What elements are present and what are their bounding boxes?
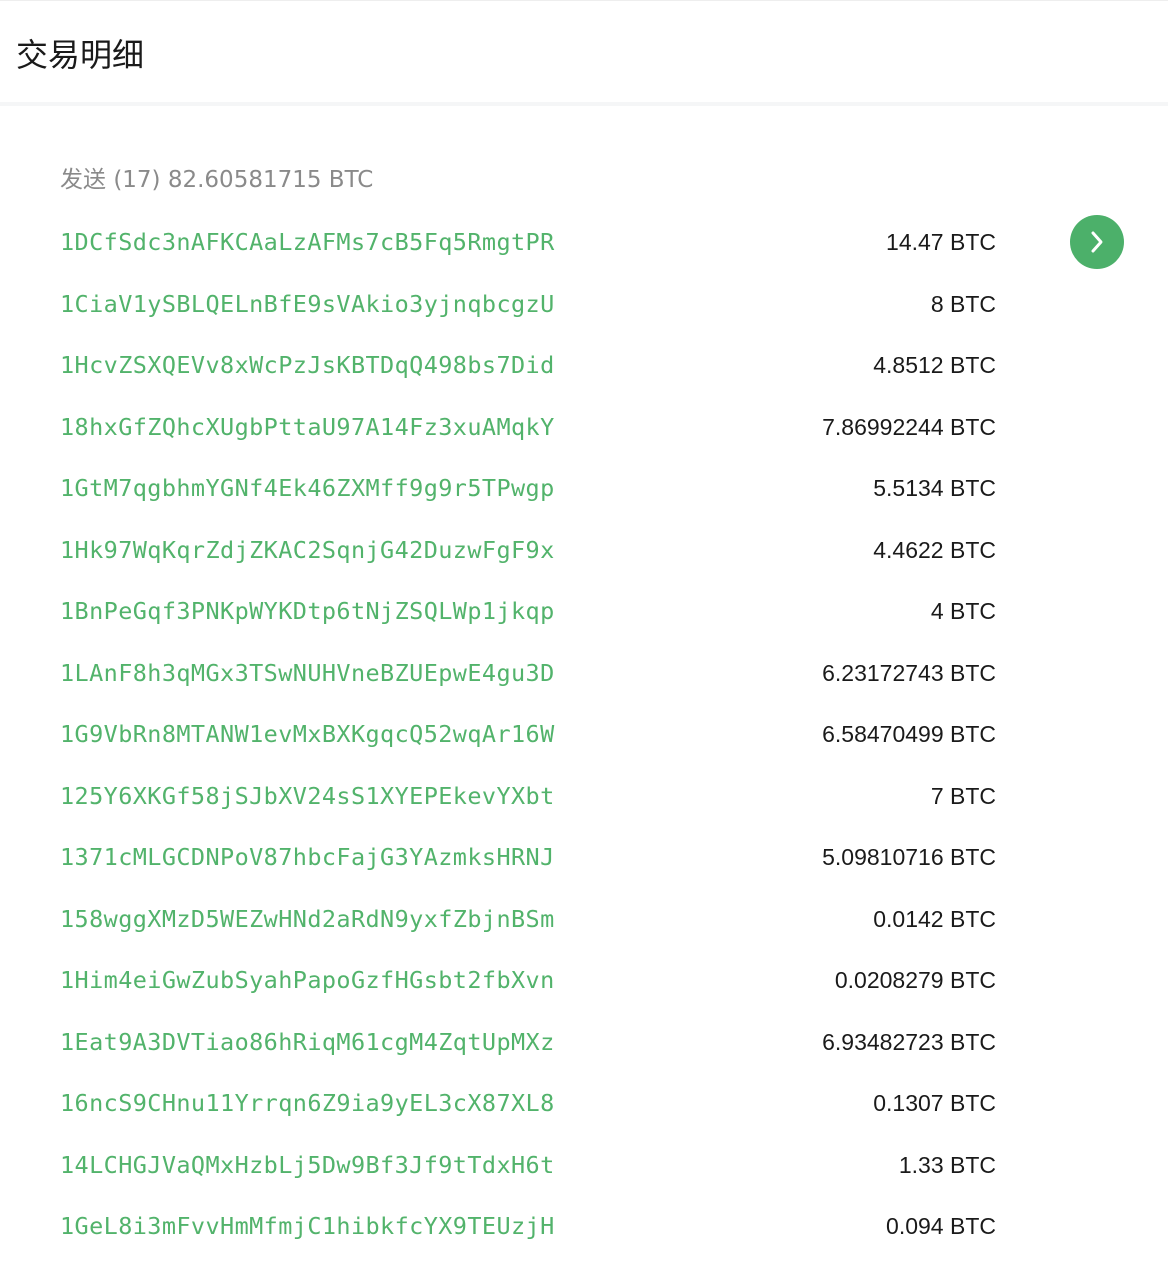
address-link[interactable]: 1371cMLGCDNPoV87hbcFajG3YAzmksHRNJ bbox=[60, 827, 555, 889]
page-title: 交易明细 bbox=[16, 36, 145, 74]
address-link[interactable]: 1GeL8i3mFvvHmMfmjC1hibkfcYX9TEUzjH bbox=[60, 1196, 555, 1258]
address-link[interactable]: 1LAnF8h3qMGx3TSwNUHVneBZUEpwE4gu3D bbox=[60, 643, 555, 705]
amount-value: 0.094 BTC bbox=[886, 1213, 996, 1239]
list-item: 1Hk97WqKqrZdjZKAC2SqnjG42DuzwFgF9x 4.462… bbox=[0, 520, 1168, 582]
list-item: 1Eat9A3DVTiao86hRiqM61cgM4ZqtUpMXz 6.934… bbox=[0, 1012, 1168, 1074]
list-item: 16ncS9CHnu11Yrrqn6Z9ia9yEL3cX87XL8 0.130… bbox=[0, 1073, 1168, 1135]
amount-value: 6.23172743 BTC bbox=[822, 659, 996, 686]
summary-label: 发送 bbox=[60, 167, 106, 193]
list-item: 1CiaV1ySBLQELnBfE9sVAkio3yjnqbcgzU 8 BTC bbox=[0, 274, 1168, 336]
address-link[interactable]: 158wggXMzD5WEZwHNd2aRdN9yxfZbjnBSm bbox=[60, 889, 555, 951]
next-button[interactable] bbox=[1070, 215, 1124, 269]
amount-value: 4 BTC bbox=[930, 598, 996, 624]
amount-value: 0.1307 BTC bbox=[873, 1090, 996, 1116]
list-item: 1Him4eiGwZubSyahPapoGzfHGsbt2fbXvn 0.020… bbox=[0, 950, 1168, 1012]
amount-value: 6.58470499 BTC bbox=[822, 721, 996, 747]
amount-value: 5.5134 BTC bbox=[873, 475, 996, 501]
address-link[interactable]: 1Him4eiGwZubSyahPapoGzfHGsbt2fbXvn bbox=[60, 950, 555, 1012]
output-list: 1DCfSdc3nAFKCAaLzAFMs7cB5Fq5RmgtPR 14.47… bbox=[0, 212, 1168, 1258]
page-header: 交易明细 bbox=[0, 0, 1168, 106]
address-link[interactable]: 1BnPeGqf3PNKpWYKDtp6tNjZSQLWp1jkqp bbox=[60, 581, 555, 643]
amount-value: 8 BTC bbox=[930, 290, 996, 317]
amount-value: 0.0208279 BTC bbox=[834, 967, 996, 993]
send-summary: 发送 (17) 82.60581715 BTC bbox=[60, 164, 373, 196]
chevron-right-icon bbox=[1087, 229, 1107, 255]
list-item: 1BnPeGqf3PNKpWYKDtp6tNjZSQLWp1jkqp 4 BTC bbox=[0, 581, 1168, 643]
amount-value: 7.86992244 BTC bbox=[822, 413, 996, 440]
list-item: 14LCHGJVaQMxHzbLj5Dw9Bf3Jf9tTdxH6t 1.33 … bbox=[0, 1135, 1168, 1197]
list-item: 18hxGfZQhcXUgbPttaU97A14Fz3xuAMqkY 7.869… bbox=[0, 397, 1168, 459]
address-link[interactable]: 1Eat9A3DVTiao86hRiqM61cgM4ZqtUpMXz bbox=[60, 1012, 555, 1074]
address-link[interactable]: 1G9VbRn8MTANW1evMxBXKgqcQ52wqAr16W bbox=[60, 704, 555, 766]
address-link[interactable]: 1HcvZSXQEVv8xWcPzJsKBTDqQ498bs7Did bbox=[60, 335, 555, 397]
amount-value: 14.47 BTC bbox=[886, 229, 996, 255]
list-item: 1371cMLGCDNPoV87hbcFajG3YAzmksHRNJ 5.098… bbox=[0, 827, 1168, 889]
address-link[interactable]: 1Hk97WqKqrZdjZKAC2SqnjG42DuzwFgF9x bbox=[60, 520, 555, 582]
amount-value: 0.0142 BTC bbox=[873, 905, 996, 932]
address-link[interactable]: 1GtM7qgbhmYGNf4Ek46ZXMff9g9r5TPwgp bbox=[60, 458, 555, 520]
address-link[interactable]: 14LCHGJVaQMxHzbLj5Dw9Bf3Jf9tTdxH6t bbox=[60, 1135, 555, 1197]
address-link[interactable]: 16ncS9CHnu11Yrrqn6Z9ia9yEL3cX87XL8 bbox=[60, 1073, 555, 1135]
list-item: 1GtM7qgbhmYGNf4Ek46ZXMff9g9r5TPwgp 5.513… bbox=[0, 458, 1168, 520]
list-item: 1DCfSdc3nAFKCAaLzAFMs7cB5Fq5RmgtPR 14.47… bbox=[0, 212, 1168, 274]
list-item: 1GeL8i3mFvvHmMfmjC1hibkfcYX9TEUzjH 0.094… bbox=[0, 1196, 1168, 1258]
summary-total: 82.60581715 BTC bbox=[167, 167, 374, 193]
amount-value: 4.8512 BTC bbox=[873, 352, 996, 378]
list-item: 1G9VbRn8MTANW1evMxBXKgqcQ52wqAr16W 6.584… bbox=[0, 704, 1168, 766]
list-item: 158wggXMzD5WEZwHNd2aRdN9yxfZbjnBSm 0.014… bbox=[0, 889, 1168, 951]
amount-value: 4.4622 BTC bbox=[873, 536, 996, 563]
summary-count: (17) bbox=[113, 167, 161, 193]
amount-value: 7 BTC bbox=[930, 782, 996, 809]
amount-value: 6.93482723 BTC bbox=[822, 1028, 996, 1055]
list-item: 1LAnF8h3qMGx3TSwNUHVneBZUEpwE4gu3D 6.231… bbox=[0, 643, 1168, 705]
address-link[interactable]: 1CiaV1ySBLQELnBfE9sVAkio3yjnqbcgzU bbox=[60, 274, 555, 336]
list-item: 125Y6XKGf58jSJbXV24sS1XYEPEkevYXbt 7 BTC bbox=[0, 766, 1168, 828]
address-link[interactable]: 125Y6XKGf58jSJbXV24sS1XYEPEkevYXbt bbox=[60, 766, 555, 828]
amount-value: 1.33 BTC bbox=[898, 1151, 996, 1178]
address-link[interactable]: 1DCfSdc3nAFKCAaLzAFMs7cB5Fq5RmgtPR bbox=[60, 212, 555, 274]
amount-value: 5.09810716 BTC bbox=[822, 844, 996, 870]
list-item: 1HcvZSXQEVv8xWcPzJsKBTDqQ498bs7Did 4.851… bbox=[0, 335, 1168, 397]
address-link[interactable]: 18hxGfZQhcXUgbPttaU97A14Fz3xuAMqkY bbox=[60, 397, 555, 459]
